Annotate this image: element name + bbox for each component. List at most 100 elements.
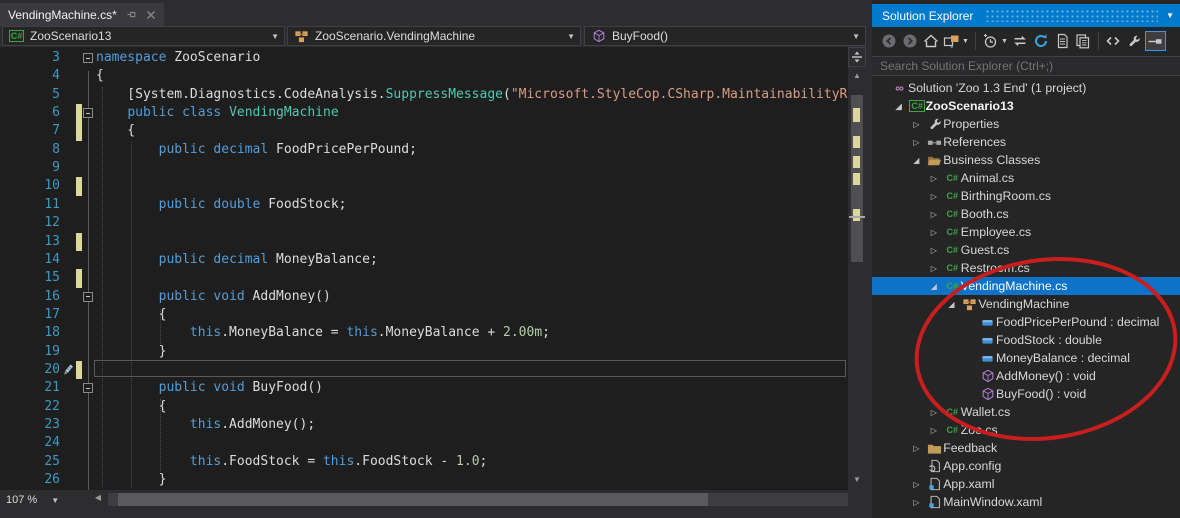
expand-icon[interactable]: ▷: [913, 498, 926, 507]
switch-views-icon[interactable]: [941, 31, 962, 51]
view-code-icon[interactable]: [1103, 31, 1124, 51]
properties-wrench-icon[interactable]: [1124, 31, 1145, 51]
tree-item-addmoney-void[interactable]: AddMoney() : void: [872, 367, 1180, 385]
expand-icon[interactable]: ▷: [913, 444, 926, 453]
code-line-24[interactable]: 24: [0, 434, 848, 452]
copy-path-icon[interactable]: [1073, 31, 1094, 51]
tree-item-wallet-cs[interactable]: ▷C#Wallet.cs: [872, 403, 1180, 421]
window-menu-icon[interactable]: ▼: [1166, 11, 1174, 20]
tree-item-mainwindow-xaml[interactable]: ▷MainWindow.xaml: [872, 493, 1180, 511]
collapse-region-icon[interactable]: [83, 383, 93, 393]
search-input[interactable]: [872, 56, 1180, 76]
tree-item-zoo-cs[interactable]: ▷C#Zoo.cs: [872, 421, 1180, 439]
expand-icon[interactable]: ▷: [931, 246, 944, 255]
tree-item-restroom-cs[interactable]: ▷C#Restroom.cs: [872, 259, 1180, 277]
horizontal-scrollbar-thumb[interactable]: [118, 493, 708, 506]
tree-item-foodstock-double[interactable]: FoodStock : double: [872, 331, 1180, 349]
tree-item-buyfood-void[interactable]: BuyFood() : void: [872, 385, 1180, 403]
zoom-control[interactable]: 107 % ▼: [0, 490, 88, 510]
expand-icon[interactable]: ▷: [913, 480, 926, 489]
code-line-21[interactable]: 21 public void BuyFood(): [0, 379, 848, 397]
tree-item-guest-cs[interactable]: ▷C#Guest.cs: [872, 241, 1180, 259]
chevron-down-icon[interactable]: ▼: [1001, 38, 1008, 45]
refresh-icon[interactable]: [1031, 31, 1052, 51]
tree-item-vendingmachine[interactable]: ◢VendingMachine: [872, 295, 1180, 313]
navigate-forward-icon[interactable]: [899, 31, 920, 51]
expand-icon[interactable]: ▷: [931, 210, 944, 219]
tree-item-app-config[interactable]: App.config: [872, 457, 1180, 475]
expand-icon[interactable]: ▷: [913, 120, 926, 129]
code-line-16[interactable]: 16 public void AddMoney(): [0, 288, 848, 306]
horizontal-scrollbar[interactable]: [108, 493, 848, 506]
code-line-19[interactable]: 19 }: [0, 343, 848, 361]
code-line-22[interactable]: 22 {: [0, 398, 848, 416]
show-all-files-icon[interactable]: [1052, 31, 1073, 51]
collapse-icon[interactable]: ◢: [931, 282, 944, 291]
scroll-left-icon[interactable]: ◀: [92, 493, 104, 502]
expand-icon[interactable]: ▷: [931, 408, 944, 417]
code-line-8[interactable]: 8 public decimal FoodPricePerPound;: [0, 141, 848, 159]
document-tab[interactable]: VendingMachine.cs*: [0, 3, 164, 26]
tree-item-business-classes[interactable]: ◢Business Classes: [872, 151, 1180, 169]
pending-changes-filter-icon[interactable]: [980, 31, 1001, 51]
member-dropdown[interactable]: BuyFood() ▼: [584, 26, 866, 46]
preview-selected-items-icon[interactable]: [1145, 31, 1166, 51]
expand-icon[interactable]: ▷: [931, 228, 944, 237]
tree-item-vendingmachine-cs[interactable]: ◢C#VendingMachine.cs: [872, 277, 1180, 295]
chevron-down-icon[interactable]: ▼: [962, 38, 969, 45]
home-icon[interactable]: [920, 31, 941, 51]
type-dropdown[interactable]: ZooScenario.VendingMachine ▼: [287, 26, 581, 46]
tree-item-animal-cs[interactable]: ▷C#Animal.cs: [872, 169, 1180, 187]
close-icon[interactable]: [146, 10, 156, 20]
code-line-26[interactable]: 26 }: [0, 471, 848, 489]
code-line-3[interactable]: 3namespace ZooScenario: [0, 49, 848, 67]
expand-icon[interactable]: ▷: [931, 174, 944, 183]
pin-icon[interactable]: [126, 9, 137, 20]
code-line-18[interactable]: 18 this.MoneyBalance = this.MoneyBalance…: [0, 324, 848, 342]
scroll-down-icon[interactable]: ▼: [848, 475, 866, 484]
collapse-region-icon[interactable]: [83, 108, 93, 118]
expand-icon[interactable]: ▷: [913, 138, 926, 147]
tree-item-solution-zoo-1-3-end-1-project[interactable]: ∞Solution 'Zoo 1.3 End' (1 project): [872, 79, 1180, 97]
collapse-icon[interactable]: ◢: [948, 300, 961, 309]
tree-item-feedback[interactable]: ▷Feedback: [872, 439, 1180, 457]
collapse-icon[interactable]: ◢: [913, 156, 926, 165]
tree-item-properties[interactable]: ▷Properties: [872, 115, 1180, 133]
tree-item-foodpriceperpound-decimal[interactable]: FoodPricePerPound : decimal: [872, 313, 1180, 331]
code-line-25[interactable]: 25 this.FoodStock = this.FoodStock - 1.0…: [0, 453, 848, 471]
collapse-icon[interactable]: ◢: [896, 102, 909, 111]
code-line-9[interactable]: 9: [0, 159, 848, 177]
code-line-15[interactable]: 15: [0, 269, 848, 287]
code-line-12[interactable]: 12: [0, 214, 848, 232]
editor-vertical-scrollbar[interactable]: ▲ ▼: [848, 47, 866, 490]
code-line-4[interactable]: 4{: [0, 67, 848, 85]
tree-item-booth-cs[interactable]: ▷C#Booth.cs: [872, 205, 1180, 223]
navigate-back-icon[interactable]: [878, 31, 899, 51]
drag-grip[interactable]: [985, 9, 1158, 22]
code-line-23[interactable]: 23 this.AddMoney();: [0, 416, 848, 434]
sync-with-active-document-icon[interactable]: [1010, 31, 1031, 51]
tree-item-moneybalance-decimal[interactable]: MoneyBalance : decimal: [872, 349, 1180, 367]
expand-icon[interactable]: ▷: [931, 426, 944, 435]
collapse-region-icon[interactable]: [83, 292, 93, 302]
code-editor[interactable]: 3namespace ZooScenario4{5 [System.Diagno…: [0, 47, 848, 490]
code-line-14[interactable]: 14 public decimal MoneyBalance;: [0, 251, 848, 269]
tree-item-app-xaml[interactable]: ▷App.xaml: [872, 475, 1180, 493]
expand-icon[interactable]: ▷: [931, 264, 944, 273]
code-line-13[interactable]: 13: [0, 233, 848, 251]
code-line-5[interactable]: 5 [System.Diagnostics.CodeAnalysis.Suppr…: [0, 86, 848, 104]
code-line-11[interactable]: 11 public double FoodStock;: [0, 196, 848, 214]
scroll-up-icon[interactable]: ▲: [848, 71, 866, 80]
code-line-10[interactable]: 10: [0, 177, 848, 195]
code-line-6[interactable]: 6 public class VendingMachine: [0, 104, 848, 122]
split-window-grip[interactable]: [848, 47, 866, 67]
code-line-17[interactable]: 17 {: [0, 306, 848, 324]
tree-item-birthingroom-cs[interactable]: ▷C#BirthingRoom.cs: [872, 187, 1180, 205]
tree-item-references[interactable]: ▷References: [872, 133, 1180, 151]
solution-explorer-titlebar[interactable]: Solution Explorer ▼: [872, 4, 1180, 27]
project-dropdown[interactable]: C# ZooScenario13 ▼: [2, 26, 285, 46]
tree-item-employee-cs[interactable]: ▷C#Employee.cs: [872, 223, 1180, 241]
code-line-7[interactable]: 7 {: [0, 122, 848, 140]
expand-icon[interactable]: ▷: [931, 192, 944, 201]
collapse-region-icon[interactable]: [83, 53, 93, 63]
